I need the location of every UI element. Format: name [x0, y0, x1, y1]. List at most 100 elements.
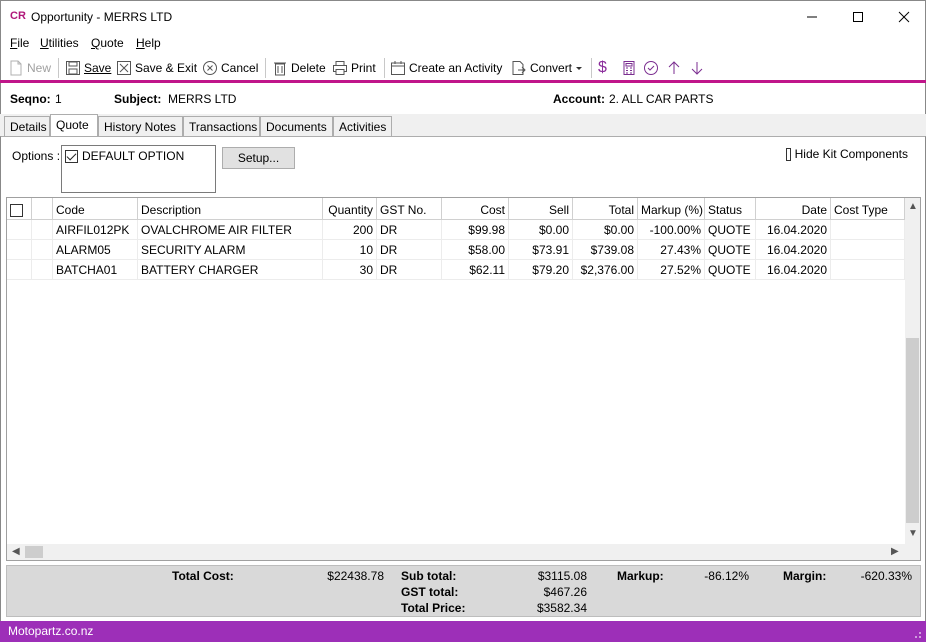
cell-gst[interactable]: DR: [377, 240, 442, 260]
column-header-markup[interactable]: Markup (%): [638, 198, 705, 220]
row-select-cell[interactable]: [7, 240, 32, 260]
hide-kit-checkbox[interactable]: [786, 147, 791, 161]
cell-sell[interactable]: $0.00: [509, 220, 573, 240]
arrow-down-icon: [691, 62, 703, 75]
horizontal-scrollbar[interactable]: ◀ ▶: [7, 544, 905, 560]
menu-file-label: ile: [17, 36, 30, 50]
cell-status[interactable]: QUOTE: [705, 220, 756, 240]
close-button[interactable]: [881, 1, 926, 33]
column-header-gst[interactable]: GST No.: [377, 198, 442, 220]
table-row[interactable]: BATCHA01 BATTERY CHARGER 30 DR $62.11 $7…: [7, 260, 905, 280]
resize-grip-icon[interactable]: [912, 629, 922, 639]
cell-gst[interactable]: DR: [377, 220, 442, 240]
cell-total[interactable]: $2,376.00: [573, 260, 638, 280]
cell-sell[interactable]: $73.91: [509, 240, 573, 260]
tab-documents[interactable]: Documents: [260, 116, 333, 137]
cell-quantity[interactable]: 200: [323, 220, 377, 240]
table-row[interactable]: AIRFIL012PK OVALCHROME AIR FILTER 200 DR…: [7, 220, 905, 240]
cell-quantity[interactable]: 10: [323, 240, 377, 260]
cell-date[interactable]: 16.04.2020: [756, 260, 831, 280]
scroll-left-icon[interactable]: ◀: [12, 546, 20, 557]
cell-description[interactable]: SECURITY ALARM: [138, 240, 323, 260]
menu-utilities[interactable]: Utilities: [40, 36, 79, 50]
move-down-button[interactable]: [689, 59, 705, 77]
column-header-date[interactable]: Date: [756, 198, 831, 220]
options-list[interactable]: DEFAULT OPTION: [61, 145, 216, 193]
cell-sell[interactable]: $79.20: [509, 260, 573, 280]
save-button[interactable]: Save: [65, 59, 111, 77]
cell-cost[interactable]: $99.98: [442, 220, 509, 240]
cell-markup[interactable]: 27.52%: [638, 260, 705, 280]
delete-button[interactable]: Delete: [272, 59, 326, 77]
cell-description[interactable]: OVALCHROME AIR FILTER: [138, 220, 323, 240]
cell-date[interactable]: 16.04.2020: [756, 240, 831, 260]
tab-history-notes[interactable]: History Notes: [98, 116, 183, 137]
table-row[interactable]: ALARM05 SECURITY ALARM 10 DR $58.00 $73.…: [7, 240, 905, 260]
cell-markup[interactable]: 27.43%: [638, 240, 705, 260]
column-header-status[interactable]: Status: [705, 198, 756, 220]
create-activity-button[interactable]: Create an Activity: [390, 59, 502, 77]
cell-markup[interactable]: -100.00%: [638, 220, 705, 240]
cell-description[interactable]: BATTERY CHARGER: [138, 260, 323, 280]
tab-details[interactable]: Details: [4, 116, 50, 137]
minimize-button[interactable]: [789, 1, 835, 33]
cell-cost-type[interactable]: [831, 260, 905, 280]
move-up-button[interactable]: [666, 59, 682, 77]
maximize-button[interactable]: [835, 1, 881, 33]
convert-button[interactable]: Convert: [511, 59, 583, 77]
column-header-quantity[interactable]: Quantity: [323, 198, 377, 220]
menu-quote[interactable]: Quote: [91, 36, 124, 50]
option-checkbox[interactable]: [65, 149, 78, 163]
column-header-cost[interactable]: Cost: [442, 198, 509, 220]
approve-button[interactable]: [643, 59, 659, 77]
scroll-up-icon[interactable]: ▲: [908, 201, 918, 212]
cell-cost-type[interactable]: [831, 220, 905, 240]
cell-cost-type[interactable]: [831, 240, 905, 260]
cell-status[interactable]: QUOTE: [705, 240, 756, 260]
vertical-scroll-thumb[interactable]: [906, 338, 919, 523]
print-button[interactable]: Print: [332, 59, 376, 77]
cell-code[interactable]: ALARM05: [53, 240, 138, 260]
cell-status[interactable]: QUOTE: [705, 260, 756, 280]
cell-gst[interactable]: DR: [377, 260, 442, 280]
vertical-scrollbar[interactable]: ▲ ▼: [905, 198, 920, 544]
scroll-right-icon[interactable]: ▶: [891, 546, 899, 557]
save-exit-button[interactable]: Save & Exit: [116, 59, 197, 77]
column-header-total[interactable]: Total: [573, 198, 638, 220]
cell-date[interactable]: 16.04.2020: [756, 220, 831, 240]
hide-kit-components-toggle[interactable]: Hide Kit Components: [786, 147, 908, 161]
menu-help[interactable]: Help: [136, 36, 161, 50]
tab-activities[interactable]: Activities: [333, 116, 392, 137]
tab-quote[interactable]: Quote: [50, 114, 98, 138]
cell-code[interactable]: BATCHA01: [53, 260, 138, 280]
cell-total[interactable]: $0.00: [573, 220, 638, 240]
toolbar: New Save Save & Exit Cancel Delete Print…: [0, 54, 926, 81]
horizontal-scroll-thumb[interactable]: [25, 546, 43, 558]
select-all-column[interactable]: [7, 198, 32, 220]
cell-code[interactable]: AIRFIL012PK: [53, 220, 138, 240]
column-header-sell[interactable]: Sell: [509, 198, 573, 220]
row-select-cell[interactable]: [7, 220, 32, 240]
cancel-icon: [203, 61, 217, 75]
new-button[interactable]: New: [8, 59, 51, 77]
column-header-cost-type[interactable]: Cost Type: [831, 198, 905, 220]
column-header-code[interactable]: Code: [53, 198, 138, 220]
scroll-down-icon[interactable]: ▼: [908, 528, 918, 539]
delete-button-label: Delete: [291, 61, 326, 75]
column-header-description[interactable]: Description: [138, 198, 323, 220]
row-select-cell[interactable]: [7, 260, 32, 280]
cancel-button[interactable]: Cancel: [202, 59, 258, 77]
currency-button[interactable]: $: [598, 59, 607, 77]
cell-cost[interactable]: $58.00: [442, 240, 509, 260]
calculator-button[interactable]: [621, 59, 637, 77]
menu-file[interactable]: File: [10, 36, 29, 50]
tab-transactions[interactable]: Transactions: [183, 116, 260, 137]
option-item[interactable]: DEFAULT OPTION: [65, 149, 184, 163]
setup-button[interactable]: Setup...: [222, 147, 295, 169]
cell-quantity[interactable]: 30: [323, 260, 377, 280]
app-icon: CR: [10, 10, 26, 22]
cell-total[interactable]: $739.08: [573, 240, 638, 260]
hide-kit-label: Hide Kit Components: [794, 147, 908, 161]
select-all-checkbox[interactable]: [10, 204, 23, 218]
cell-cost[interactable]: $62.11: [442, 260, 509, 280]
